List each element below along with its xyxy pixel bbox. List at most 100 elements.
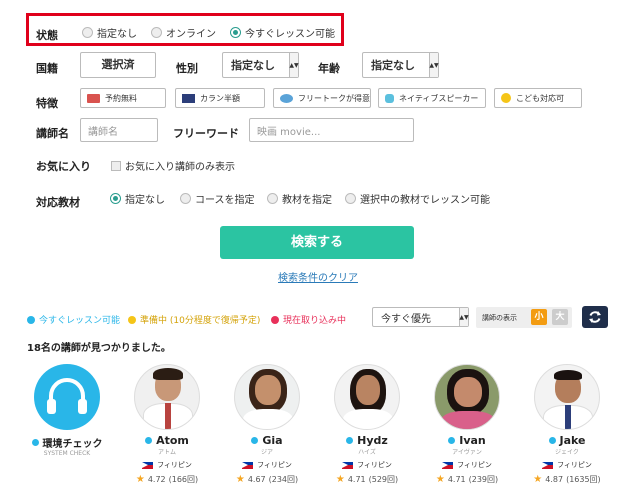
freeword-input[interactable]: 映画 movie...: [249, 118, 414, 142]
callan-logo-icon: [182, 93, 195, 103]
result-count: 18名の講師が見つかりました。: [27, 343, 171, 354]
status-label: 状態: [36, 29, 58, 42]
radio-icon: [151, 27, 162, 38]
favorites-only-checkbox[interactable]: お気に入り講師のみ表示: [111, 158, 235, 173]
status-option-available-now[interactable]: 今すぐレッスン可能: [230, 25, 335, 40]
teacher-lesson-count: (166回): [168, 475, 199, 484]
teacher-card[interactable]: Atom アトム フィリピン ★ 4.72 (166回): [119, 364, 215, 485]
legend-busy: 現在取り込み中: [271, 313, 346, 326]
feature-callan-half[interactable]: カラン半額: [175, 88, 265, 108]
status-dot-icon: [145, 437, 153, 444]
teacher-country: フィリピン: [557, 461, 592, 469]
display-small-button[interactable]: 小: [531, 309, 547, 325]
status-dot-icon: [548, 437, 556, 444]
teacher-kana: アトム: [157, 449, 176, 456]
radio-selected-icon: [110, 193, 121, 204]
display-size-label: 講師の表示: [482, 314, 517, 322]
star-icon: ★: [235, 474, 245, 485]
radio-icon: [82, 27, 93, 38]
refresh-icon: [589, 311, 601, 323]
teacher-photo: [334, 364, 400, 430]
freeword-label: フリーワード: [173, 127, 239, 140]
teacher-kana: アイヴァン: [452, 449, 482, 456]
feature-kids-ok[interactable]: こども対応可: [494, 88, 582, 108]
gender-select[interactable]: 指定なし ▲▼: [222, 52, 299, 78]
radio-selected-icon: [230, 27, 241, 38]
teacher-rating: 4.71: [447, 475, 466, 484]
chevron-updown-icon: ▲▼: [289, 53, 299, 77]
teacher-name-label: 講師名: [36, 127, 69, 140]
feature-free-booking[interactable]: 予約無料: [80, 88, 166, 108]
radio-icon: [267, 193, 278, 204]
status-dot-icon: [251, 437, 259, 444]
teacher-card[interactable]: Jake ジェイク フィリピン ★ 4.87 (1635回): [519, 364, 615, 485]
teacher-name-input[interactable]: 講師名: [80, 118, 158, 142]
age-select[interactable]: 指定なし ▲▼: [362, 52, 439, 78]
teacher-lesson-count: (234回): [268, 475, 299, 484]
philippines-flag-icon: [242, 461, 254, 469]
chevron-updown-icon: ▲▼: [459, 308, 469, 326]
refresh-button[interactable]: [582, 306, 608, 328]
teacher-name: Atom: [156, 434, 189, 447]
status-dot-icon: [271, 315, 279, 324]
person-icon: [385, 93, 394, 103]
teacher-kana: ジア: [260, 449, 273, 456]
material-option-none[interactable]: 指定なし: [110, 191, 165, 206]
teacher-name: Jake: [559, 434, 586, 447]
philippines-flag-icon: [542, 461, 554, 469]
environment-check-name: 環境チェック: [42, 439, 103, 450]
material-option-course[interactable]: コースを指定: [180, 191, 255, 206]
teacher-country: フィリピン: [157, 461, 192, 469]
teacher-kana: ハイズ: [358, 449, 376, 456]
teacher-rating: 4.72: [147, 475, 166, 484]
status-option-online[interactable]: オンライン: [151, 25, 216, 40]
philippines-flag-icon: [442, 461, 454, 469]
clear-conditions-link[interactable]: 検索条件のクリア: [278, 269, 358, 284]
radio-icon: [345, 193, 356, 204]
nationality-button[interactable]: 選択済: [80, 52, 156, 78]
teacher-rating: 4.71: [347, 475, 366, 484]
display-large-button[interactable]: 大: [552, 309, 568, 325]
checkbox-icon: [111, 160, 121, 171]
teacher-card[interactable]: Ivan アイヴァン フィリピン ★ 4.71 (239回): [419, 364, 515, 485]
feature-free-talk[interactable]: フリートークが得意: [273, 88, 371, 108]
radio-icon: [180, 193, 191, 204]
legend-available-now: 今すぐレッスン可能: [27, 313, 120, 326]
environment-check-card[interactable]: 環境チェック SYSTEM CHECK: [19, 364, 115, 457]
status-dot-icon: [448, 437, 456, 444]
teacher-name: Hydz: [357, 434, 388, 447]
teacher-card[interactable]: Hydz ハイズ フィリピン ★ 4.71 (529回): [319, 364, 415, 485]
teacher-photo: [534, 364, 600, 430]
features-label: 特徴: [36, 97, 58, 110]
teacher-name: Ivan: [459, 434, 486, 447]
favorites-label: お気に入り: [36, 160, 91, 173]
teacher-card[interactable]: Gia ジア フィリピン ★ 4.67 (234回): [219, 364, 315, 485]
star-icon: ★: [435, 474, 445, 485]
headphones-icon: [34, 364, 100, 430]
age-label: 年齢: [318, 62, 340, 75]
speech-bubble-icon: [280, 93, 293, 103]
teacher-rating: 4.67: [247, 475, 266, 484]
chevron-updown-icon: ▲▼: [429, 53, 439, 77]
legend-preparing: 準備中 (10分程度で復帰予定): [128, 313, 260, 326]
teacher-name: Gia: [262, 434, 283, 447]
teacher-kana: ジェイク: [555, 449, 579, 456]
ticket-icon: [87, 93, 100, 103]
status-dot-icon: [27, 315, 35, 324]
material-option-textbook[interactable]: 教材を指定: [267, 191, 332, 206]
teacher-lesson-count: (239回): [468, 475, 499, 484]
teacher-lesson-count: (529回): [368, 475, 399, 484]
status-dot-icon: [31, 439, 39, 446]
status-dot-icon: [128, 315, 136, 324]
search-button[interactable]: 検索する: [220, 226, 414, 259]
smiley-icon: [501, 93, 511, 103]
sort-select[interactable]: 今すぐ優先 ▲▼: [372, 307, 469, 327]
star-icon: ★: [335, 474, 345, 485]
status-option-none[interactable]: 指定なし: [82, 25, 137, 40]
environment-check-sub: SYSTEM CHECK: [43, 450, 91, 457]
material-option-selected-textbook[interactable]: 選択中の教材でレッスン可能: [345, 191, 490, 206]
philippines-flag-icon: [142, 461, 154, 469]
feature-native-speaker[interactable]: ネイティブスピーカー: [378, 88, 486, 108]
star-icon: ★: [135, 474, 145, 485]
teacher-photo: [134, 364, 200, 430]
